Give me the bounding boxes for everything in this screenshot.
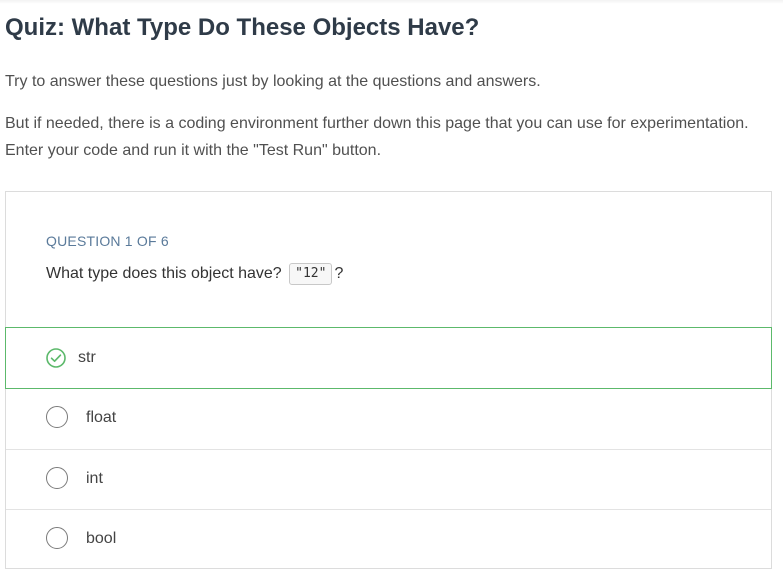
answer-label: str: [78, 349, 96, 366]
question-suffix: ?: [334, 265, 344, 282]
question-counter: QUESTION 1 OF 6: [46, 233, 169, 249]
question-code: "12": [289, 263, 333, 285]
intro-paragraph: Try to answer these questions just by lo…: [5, 73, 541, 90]
intro-paragraph-instructions: But if needed, there is a coding environ…: [5, 115, 749, 159]
answer-option-str[interactable]: str: [5, 327, 772, 389]
answer-option-bool[interactable]: bool: [6, 509, 771, 569]
radio-circle-icon[interactable]: [46, 406, 68, 428]
question-prefix: What type does this object have?: [46, 265, 282, 282]
answer-label: int: [86, 470, 103, 487]
radio-circle-icon[interactable]: [46, 467, 68, 489]
answer-option-int[interactable]: int: [6, 449, 771, 509]
page-title: Quiz: What Type Do These Objects Have?: [5, 14, 480, 41]
radio-circle-icon[interactable]: [46, 527, 68, 549]
check-circle-icon: [46, 348, 66, 368]
quiz-card: QUESTION 1 OF 6 What type does this obje…: [5, 191, 772, 569]
header-shadow: [0, 0, 783, 4]
answer-label: bool: [86, 530, 117, 547]
answer-label: float: [86, 409, 117, 426]
answer-option-float[interactable]: float: [6, 389, 771, 449]
question-text: What type does this object have? "12"?: [46, 262, 343, 286]
